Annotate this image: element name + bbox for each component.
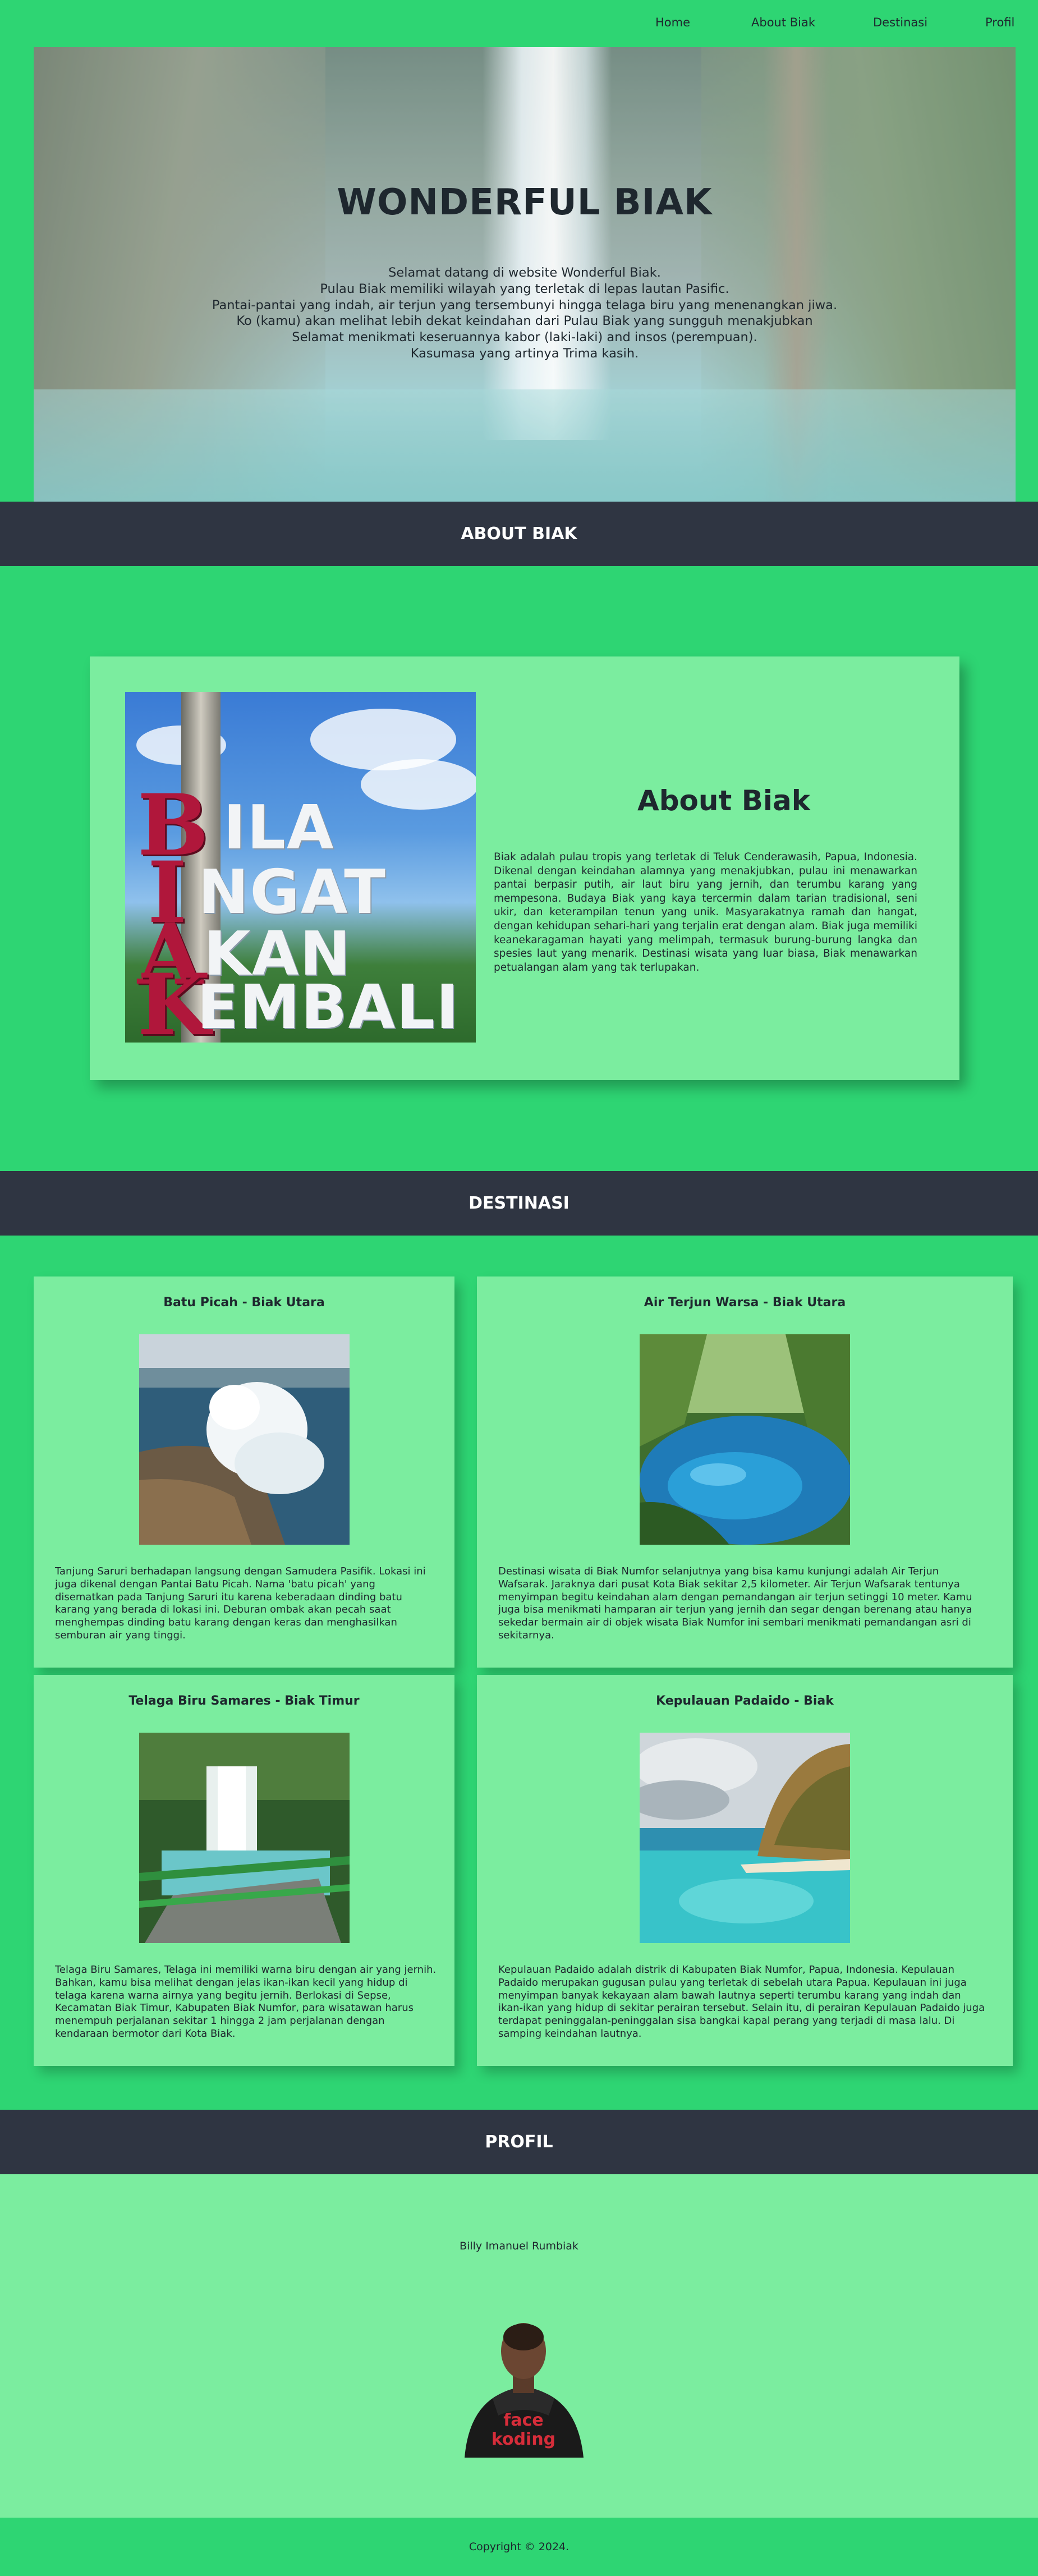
hero-intro: Selamat datang di website Wonderful Biak… [34, 265, 1016, 362]
about-description: Biak adalah pulau tropis yang terletak d… [494, 851, 917, 974]
profile-name: Billy Imanuel Rumbiak [460, 2240, 578, 2252]
destinasi-section-header: DESTINASI [0, 1171, 1038, 1236]
nav-about-link[interactable]: About Biak [751, 16, 815, 29]
hero-banner: WONDERFUL BIAK Selamat datang di website… [34, 47, 1016, 502]
destination-card: Kepulauan Padaido - Biak Kepulauan Padai… [477, 1675, 1013, 2066]
shirt-text: koding [492, 2430, 555, 2449]
nav-destinasi-link[interactable]: Destinasi [873, 16, 927, 29]
telaga-biru-samares-photo [139, 1733, 350, 1943]
hero-line: Selamat menikmati keseruannya kabor (lak… [292, 330, 757, 345]
about-section-header: ABOUT BIAK [0, 502, 1038, 566]
nav-profil-link[interactable]: Profil [985, 16, 1014, 29]
shirt-text: face [503, 2410, 543, 2430]
destination-description: Telaga Biru Samares, Telaga ini memiliki… [55, 1964, 437, 2040]
destination-card: Air Terjun Warsa - Biak Utara Destinasi … [477, 1276, 1013, 1668]
hero-line: Pulau Biak memiliki wilayah yang terleta… [320, 281, 729, 296]
top-nav: Home About Biak Destinasi Profil [0, 0, 1038, 47]
sign-word-white: EMBALI [197, 972, 460, 1043]
batu-picah-photo [139, 1334, 350, 1545]
biak-sign-image: B I A K ILA NGAT KAN EMBALI [125, 692, 476, 1043]
sign-word-white: NGAT [198, 857, 387, 927]
about-card: B I A K ILA NGAT KAN EMBALI About Biak B… [90, 656, 959, 1080]
footer: Copyright © 2024. [0, 2518, 1038, 2576]
hero-title: WONDERFUL BIAK [337, 182, 713, 223]
about-heading: About Biak [637, 784, 810, 817]
destination-title: Batu Picah - Biak Utara [163, 1296, 325, 1310]
destination-card: Batu Picah - Biak Utara Tanjung Saruri b… [34, 1276, 454, 1668]
profil-section: Billy Imanuel Rumbiak face koding [0, 2174, 1038, 2518]
hero-line: Pantai-pantai yang indah, air terjun yan… [212, 297, 838, 313]
destination-title: Air Terjun Warsa - Biak Utara [644, 1296, 846, 1310]
profil-section-header: PROFIL [0, 2110, 1038, 2174]
hero-line: Selamat datang di website Wonderful Biak… [388, 265, 661, 280]
profile-photo: face koding [453, 2303, 594, 2458]
nav-home-link[interactable]: Home [655, 16, 690, 29]
destination-description: Tanjung Saruri berhadapan langsung denga… [55, 1565, 426, 1641]
air-terjun-warsa-photo [640, 1334, 850, 1545]
hero-line: Kasumasa yang artinya Trima kasih. [410, 346, 639, 361]
destinasi-grid: Batu Picah - Biak Utara Tanjung Saruri b… [21, 1257, 1026, 2084]
destination-title: Telaga Biru Samares - Biak Timur [128, 1694, 360, 1708]
hero-line: Ko (kamu) akan melihat lebih dekat keind… [236, 314, 813, 329]
destination-title: Kepulauan Padaido - Biak [656, 1694, 834, 1708]
destination-description: Kepulauan Padaido adalah distrik di Kabu… [498, 1964, 985, 2040]
destination-description: Destinasi wisata di Biak Numfor selanjut… [498, 1565, 972, 1641]
kepulauan-padaido-photo [640, 1733, 850, 1943]
sign-word-white: ILA [223, 793, 335, 863]
destination-card: Telaga Biru Samares - Biak Timur Telaga … [34, 1675, 454, 2066]
